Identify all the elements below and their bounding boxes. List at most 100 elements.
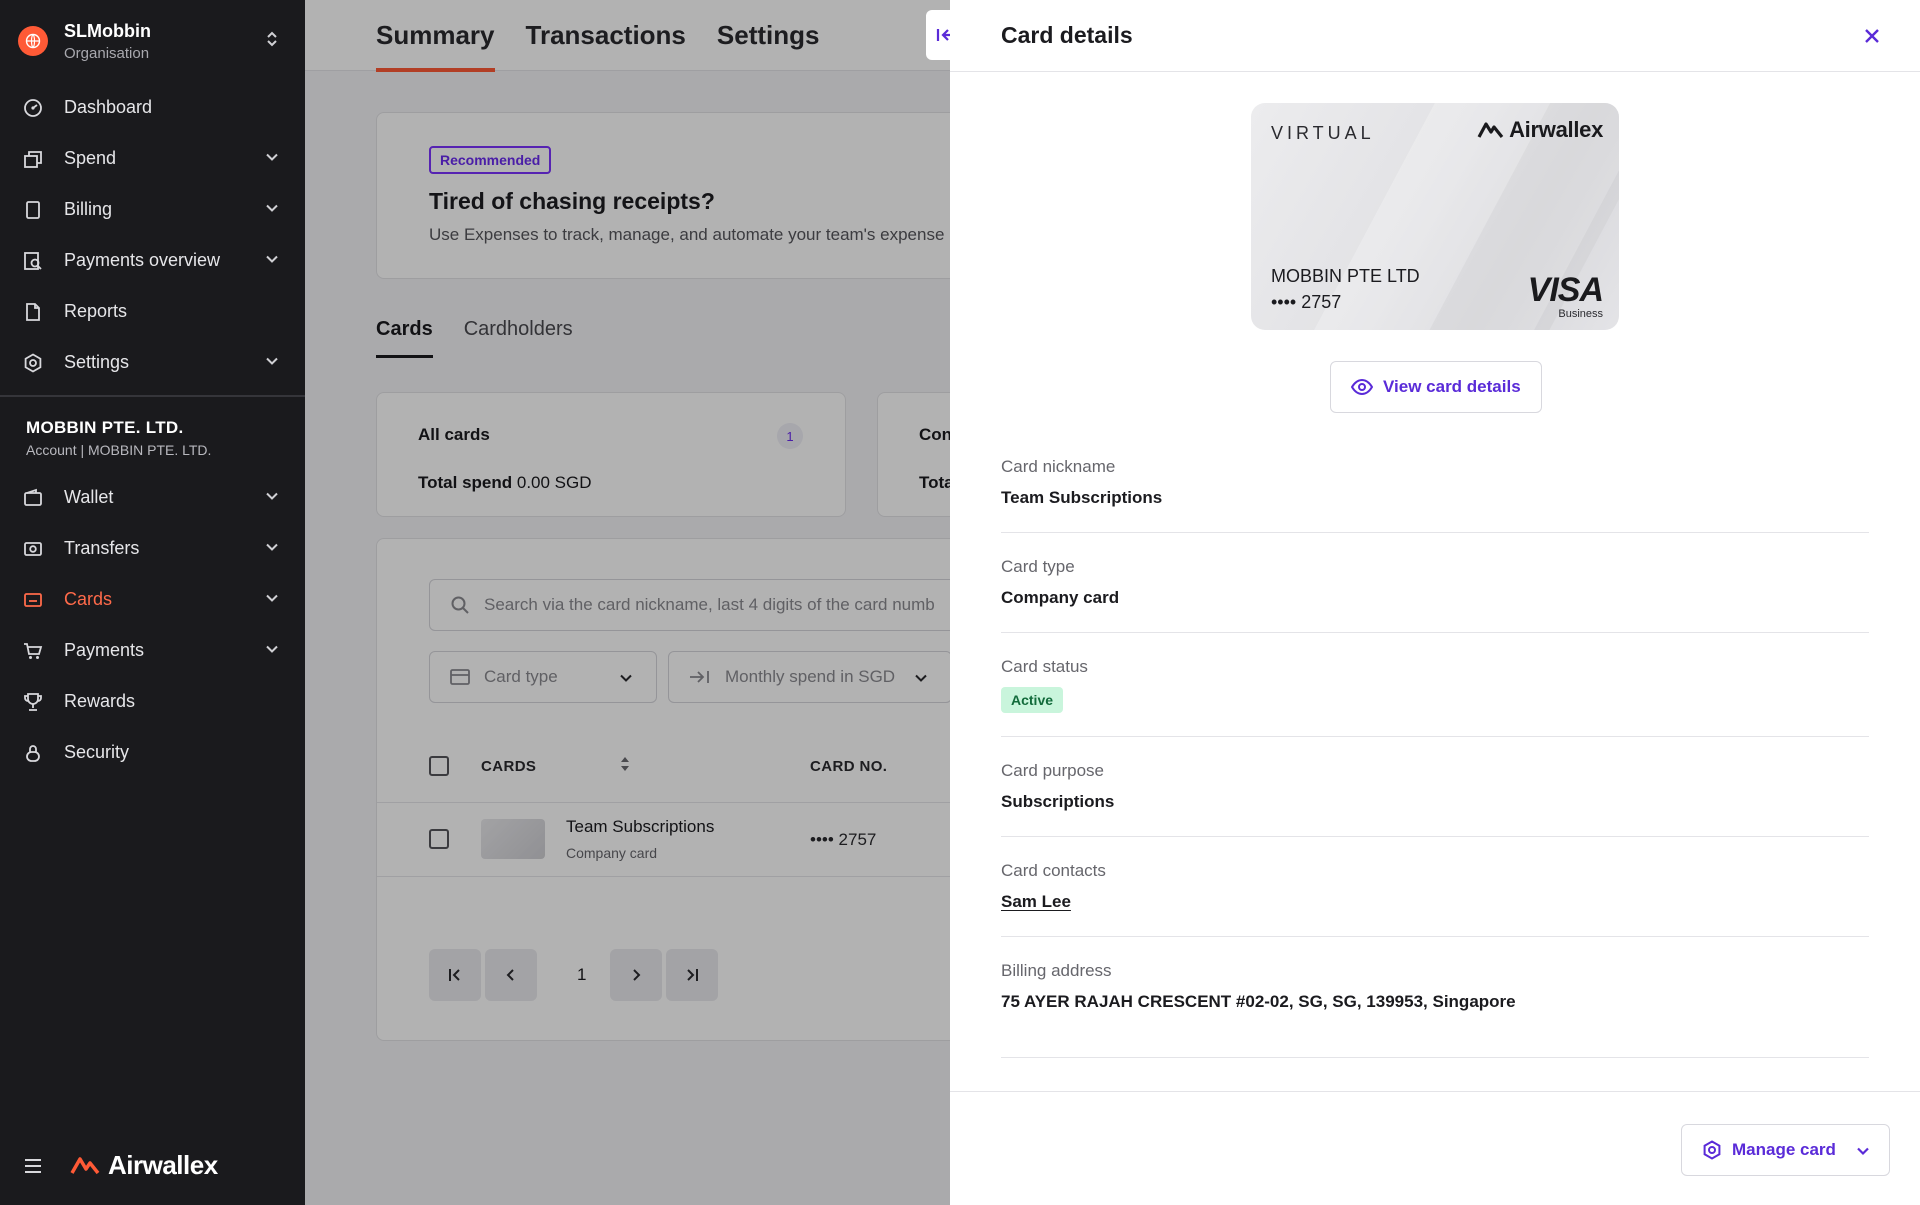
virtual-card-preview: VIRTUAL Airwallex MOBBIN PTE LTD •••• 27…: [1251, 103, 1619, 330]
sidebar-item-label: Reports: [64, 301, 128, 321]
field-billing-address: Billing address 75 AYER RAJAH CRESCENT #…: [1001, 961, 1869, 1012]
gear-icon: [22, 352, 44, 374]
field-label: Card type: [1001, 557, 1075, 576]
field-divider: [1001, 532, 1869, 533]
field-label: Card nickname: [1001, 457, 1116, 476]
trophy-icon: [22, 691, 44, 713]
field-divider: [1001, 736, 1869, 737]
globe-icon: [18, 26, 48, 56]
close-icon: [1864, 28, 1880, 44]
sidebar-item-label: Payments overview: [64, 250, 221, 270]
account-header: MOBBIN PTE. LTD. Account | MOBBIN PTE. L…: [26, 418, 211, 458]
field-divider: [1001, 632, 1869, 633]
sidebar-divider: [0, 395, 305, 397]
field-card-status: Card status Active: [1001, 657, 1869, 713]
org-switcher[interactable]: SLMobbin Organisation: [18, 18, 288, 64]
manage-card-label: Manage card: [1732, 1140, 1836, 1159]
chevron-down-icon: [265, 591, 279, 610]
view-card-details-label: View card details: [1383, 377, 1521, 396]
airwallex-logo-icon: [1477, 120, 1505, 140]
sidebar-item-payments[interactable]: Payments: [0, 625, 305, 676]
card-contact-link[interactable]: Sam Lee: [1001, 892, 1869, 912]
sidebar-item-label: Transfers: [64, 538, 140, 558]
sidebar-item-transfers[interactable]: Transfers: [0, 523, 305, 574]
sidebar-item-label: Payments: [64, 640, 145, 660]
transfers-icon: [22, 538, 44, 560]
sidebar-item-settings[interactable]: Settings: [0, 337, 305, 388]
chevron-updown-icon: [266, 30, 278, 53]
sidebar-item-label: Settings: [64, 352, 130, 372]
sidebar-item-label: Wallet: [64, 487, 114, 507]
chevron-down-icon: [1855, 1143, 1871, 1164]
eye-icon: [1351, 379, 1373, 395]
sidebar-item-label: Spend: [64, 148, 117, 168]
manage-card-button[interactable]: Manage card: [1681, 1124, 1890, 1176]
sidebar-item-payments-overview[interactable]: Payments overview: [0, 235, 305, 286]
card-holder-name: MOBBIN PTE LTD: [1271, 266, 1420, 286]
cart-icon: [22, 640, 44, 662]
sidebar-item-label: Security: [64, 742, 130, 762]
chevron-down-icon: [265, 540, 279, 559]
drawer-footer: Manage card: [950, 1091, 1920, 1205]
lock-icon: [22, 742, 44, 764]
field-label: Card status: [1001, 657, 1088, 676]
dashboard-icon: [22, 97, 44, 119]
field-card-type: Card type Company card: [1001, 557, 1869, 608]
sidebar-item-billing[interactable]: Billing: [0, 184, 305, 235]
field-value: Team Subscriptions: [1001, 488, 1163, 507]
spend-icon: [22, 148, 44, 170]
sidebar: SLMobbin Organisation Dashboard Spend Bi…: [0, 0, 305, 1205]
field-card-contacts: Card contacts Sam Lee: [1001, 861, 1869, 912]
field-value: Subscriptions: [1001, 792, 1115, 811]
field-divider: [1001, 936, 1869, 937]
gear-icon: [1702, 1140, 1722, 1160]
sidebar-item-dashboard[interactable]: Dashboard: [0, 82, 305, 133]
card-virtual-label: VIRTUAL: [1271, 123, 1375, 143]
nav-organisation: Dashboard Spend Billing Payments overvie…: [0, 82, 305, 388]
sidebar-item-label: Rewards: [64, 691, 136, 711]
field-label: Billing address: [1001, 961, 1112, 980]
field-card-purpose: Card purpose Subscriptions: [1001, 761, 1869, 812]
field-label: Card purpose: [1001, 761, 1105, 780]
field-value: 75 AYER RAJAH CRESCENT #02-02, SG, SG, 1…: [1001, 992, 1516, 1011]
card-network-sub: Business: [1558, 308, 1603, 320]
card-number-masked: •••• 2757: [1271, 292, 1342, 312]
close-button[interactable]: [1860, 24, 1884, 48]
sidebar-item-wallet[interactable]: Wallet: [0, 472, 305, 523]
wallet-icon: [22, 487, 44, 509]
chevron-down-icon: [265, 642, 279, 661]
field-divider: [1001, 1057, 1869, 1058]
account-sub: Account | MOBBIN PTE. LTD.: [26, 442, 212, 458]
billing-icon: [22, 199, 44, 221]
card-icon: [22, 589, 44, 611]
sidebar-item-rewards[interactable]: Rewards: [0, 676, 305, 727]
field-divider: [1001, 836, 1869, 837]
account-name: MOBBIN PTE. LTD.: [26, 418, 184, 437]
org-name: SLMobbin: [64, 20, 151, 41]
sidebar-item-label: Dashboard: [64, 97, 153, 117]
airwallex-logo-icon: [70, 1155, 102, 1177]
card-brand-text: Airwallex: [1509, 117, 1603, 142]
drawer-title: Card details: [1001, 22, 1133, 48]
view-card-details-button[interactable]: View card details: [1330, 361, 1542, 413]
payments-overview-icon: [22, 250, 44, 272]
sidebar-item-label: Cards: [64, 589, 113, 609]
visa-logo: VISA: [1527, 271, 1604, 309]
logo-text: Airwallex: [108, 1150, 218, 1180]
sidebar-item-reports[interactable]: Reports: [0, 286, 305, 337]
modal-overlay[interactable]: [305, 0, 950, 1205]
field-value: Company card: [1001, 588, 1120, 607]
card-details-drawer: Card details VIRTUAL Airwallex MOBBIN PT…: [950, 0, 1920, 1205]
menu-icon[interactable]: [22, 1155, 44, 1177]
sidebar-item-cards[interactable]: Cards: [0, 574, 305, 625]
org-type: Organisation: [64, 44, 150, 62]
sidebar-item-security[interactable]: Security: [0, 727, 305, 778]
chevron-down-icon: [265, 354, 279, 373]
chevron-down-icon: [265, 489, 279, 508]
reports-icon: [22, 301, 44, 323]
chevron-down-icon: [265, 150, 279, 169]
status-badge: Active: [1001, 687, 1064, 713]
chevron-down-icon: [265, 252, 279, 271]
sidebar-footer: Airwallex: [22, 1150, 218, 1181]
sidebar-item-spend[interactable]: Spend: [0, 133, 305, 184]
